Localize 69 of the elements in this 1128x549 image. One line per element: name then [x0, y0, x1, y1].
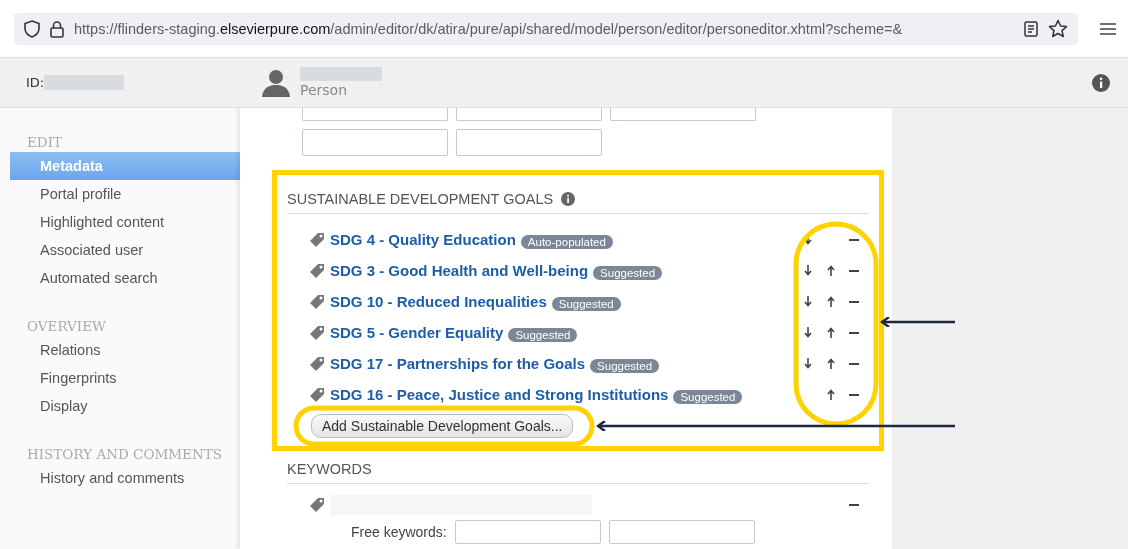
minus-icon: [848, 331, 859, 334]
tag-icon: [309, 355, 325, 372]
arrow-down-icon: [803, 265, 812, 276]
url-text: https://flinders-staging.elsevierpure.com/admin/editor/dk/atira/pure/api/shared/model/person/editor/personeditor.xhtml?scheme=&: [74, 20, 903, 37]
input-field[interactable]: [456, 129, 602, 156]
goal-link[interactable]: SDG 3 - Good Health and Well-being: [330, 262, 589, 279]
goal-link[interactable]: SDG 17 - Partnerships for the Goals: [330, 355, 586, 372]
sidebar-item[interactable]: Display: [10, 392, 240, 420]
sidebar-item[interactable]: Portal profile: [10, 180, 240, 208]
tag-icon: [309, 324, 325, 341]
field-label: Free keywords:: [351, 524, 447, 540]
status-badge: Auto-populated: [520, 235, 613, 249]
input-field[interactable]: [610, 108, 756, 121]
input-field[interactable]: [302, 108, 448, 121]
goal-link[interactable]: SDG 4 - Quality Education: [330, 231, 516, 248]
arrow-up-icon: [826, 327, 835, 338]
minus-icon: [848, 269, 859, 272]
arrow-up-icon: [826, 358, 835, 369]
minus-icon: [848, 300, 859, 303]
arrow-down-icon: [803, 327, 812, 338]
tag-icon: [309, 231, 325, 248]
lock-icon: [50, 19, 64, 38]
sidebar-heading: EDIT: [26, 133, 63, 152]
tag-icon: [309, 293, 325, 310]
status-badge: Suggested: [508, 328, 578, 342]
shield-icon: [24, 19, 40, 38]
sidebar-item[interactable]: Automated search: [10, 264, 240, 292]
info-icon[interactable]: [561, 192, 576, 206]
input-field[interactable]: [302, 129, 448, 156]
tag-icon: [309, 262, 325, 279]
sidebar-item[interactable]: History and comments: [10, 464, 240, 492]
menu-icon[interactable]: [1100, 22, 1116, 35]
minus-icon: [848, 393, 859, 396]
goal-link[interactable]: SDG 16 - Peace, Justice and Strong Institutions: [330, 386, 669, 403]
goal-link[interactable]: SDG 5 - Gender Equality: [330, 324, 504, 341]
sidebar-heading: OVERVIEW: [26, 317, 107, 336]
input-field[interactable]: [454, 520, 601, 544]
sidebar-item[interactable]: Relations: [10, 336, 240, 364]
record-type-label: Person: [300, 82, 349, 98]
id-label: ID:: [26, 75, 45, 90]
arrow-up-icon: [826, 296, 835, 307]
star-icon[interactable]: [1048, 19, 1068, 38]
person-icon: [262, 68, 290, 97]
arrow-down-icon: [803, 296, 812, 307]
minus-icon: [848, 238, 859, 241]
goal-link[interactable]: SDG 10 - Reduced Inequalities: [330, 293, 547, 310]
arrow-down-icon: [803, 358, 812, 369]
sidebar-item[interactable]: Highlighted content: [10, 208, 240, 236]
status-badge: Suggested: [590, 359, 660, 373]
tag-icon: [309, 386, 325, 403]
info-icon[interactable]: [1092, 73, 1110, 92]
tag-icon: [309, 497, 325, 513]
reader-view-icon[interactable]: [1024, 20, 1038, 37]
arrow-up-icon: [826, 389, 835, 400]
sidebar-item[interactable]: Associated user: [10, 236, 240, 264]
status-badge: Suggested: [551, 297, 621, 311]
minus-icon: [848, 504, 859, 506]
input-field[interactable]: [456, 108, 602, 121]
section-heading: KEYWORDS: [287, 461, 372, 477]
arrow-up-icon: [826, 265, 835, 276]
status-badge: Suggested: [593, 266, 663, 280]
sidebar-item[interactable]: Fingerprints: [10, 364, 240, 392]
minus-icon: [848, 362, 859, 365]
add-goals-button[interactable]: Add Sustainable Development Goals...: [311, 414, 574, 438]
status-badge: Suggested: [673, 390, 743, 404]
sidebar-heading: HISTORY AND COMMENTS: [26, 445, 224, 464]
input-field[interactable]: [608, 520, 755, 544]
section-heading: SUSTAINABLE DEVELOPMENT GOALS: [287, 191, 554, 207]
address-bar[interactable]: https://flinders-staging.elsevierpure.com/admin/editor/dk/atira/pure/api/shared/model/person/editor/personeditor.xhtml?scheme=&: [14, 12, 1078, 45]
